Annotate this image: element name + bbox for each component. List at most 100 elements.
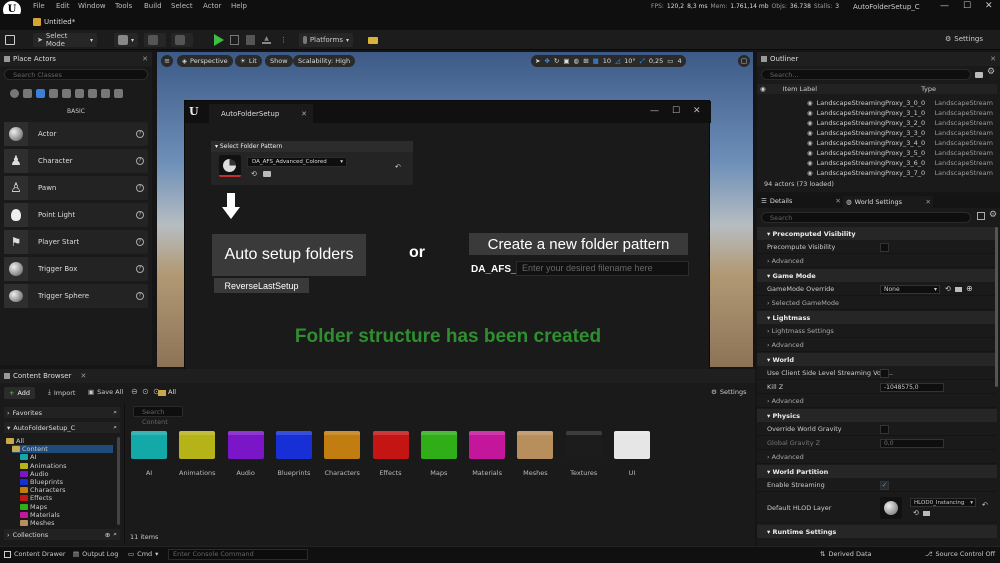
- close-panel-icon[interactable]: ✕: [142, 55, 148, 63]
- menu-build[interactable]: Build: [144, 2, 162, 10]
- section-game-mode[interactable]: ▾ Game Mode: [757, 269, 997, 282]
- tree-item[interactable]: Meshes: [20, 519, 55, 527]
- tree-scrollbar[interactable]: [117, 437, 120, 525]
- settings-gear-icon[interactable]: ⚙: [989, 210, 997, 220]
- world-space-icon[interactable]: ◍: [574, 57, 580, 65]
- browse-asset-icon[interactable]: [923, 511, 930, 516]
- actor-item-trigger-box[interactable]: Trigger Box?: [4, 257, 148, 281]
- outliner-row[interactable]: ◉ LandscapeStreamingProxy_3_1_0 LandscapeS…: [761, 108, 993, 118]
- actor-item-trigger-sphere[interactable]: Trigger Sphere?: [4, 284, 148, 308]
- play-options-icon[interactable]: ⋮: [280, 36, 287, 44]
- grid-snap-icon[interactable]: ▦: [593, 57, 599, 65]
- perspective-button[interactable]: ◈ Perspective: [177, 55, 233, 67]
- content-settings-button[interactable]: ⚙ Settings: [711, 388, 747, 396]
- actor-item-pawn[interactable]: ♙ Pawn?: [4, 176, 148, 200]
- reset-arrow-icon[interactable]: ↶: [395, 163, 401, 171]
- section-world-partition[interactable]: ▾ World Partition: [757, 465, 997, 478]
- gamemode-dropdown[interactable]: None ▾: [880, 285, 940, 294]
- use-selected-icon[interactable]: ⟲: [251, 170, 257, 178]
- level-tab[interactable]: Untitled*: [33, 16, 75, 28]
- actor-item-player-start[interactable]: ⚑ Player Start?: [4, 230, 148, 254]
- menu-file[interactable]: File: [33, 2, 45, 10]
- browse-asset-icon[interactable]: [955, 287, 962, 292]
- maximize-icon[interactable]: ☐: [672, 106, 680, 116]
- actor-item-actor[interactable]: Actor?: [4, 122, 148, 146]
- console-input[interactable]: Enter Console Command: [168, 549, 308, 560]
- client-streaming-checkbox[interactable]: [880, 368, 889, 378]
- tree-item[interactable]: Animations: [20, 462, 67, 470]
- folder-icon[interactable]: [420, 431, 457, 459]
- section-precomputed-visibility[interactable]: ▾ Precomputed Visibility: [757, 227, 997, 240]
- browse-asset-icon[interactable]: [263, 171, 271, 177]
- step-icon[interactable]: [230, 35, 239, 45]
- settings-gear-icon[interactable]: ⚙: [987, 67, 995, 77]
- advanced-toggle[interactable]: › Advanced: [757, 395, 997, 408]
- breadcrumb-all[interactable]: All: [168, 388, 176, 396]
- favorites-header[interactable]: › Favorites ⌕: [4, 407, 120, 418]
- actor-item-point-light[interactable]: Point Light?: [4, 203, 148, 227]
- project-header[interactable]: ▾ AutoFolderSetup_C ⌕: [4, 422, 120, 433]
- content-search-input[interactable]: Search Content: [133, 406, 183, 426]
- import-button[interactable]: ⤓ Import: [48, 388, 75, 397]
- scale-snap-value[interactable]: 0,25: [649, 57, 663, 65]
- help-icon[interactable]: ?: [136, 292, 144, 300]
- recent-icon[interactable]: [10, 89, 19, 98]
- folder-icon[interactable]: [324, 431, 361, 459]
- column-item-label[interactable]: Item Label: [783, 85, 817, 93]
- hlod-thumbnail[interactable]: [880, 497, 902, 519]
- actor-visibility-icon[interactable]: ◉: [807, 149, 813, 157]
- basic-icon[interactable]: [23, 89, 32, 98]
- help-icon[interactable]: ?: [136, 211, 144, 219]
- stop-icon[interactable]: [246, 35, 255, 45]
- use-selected-icon[interactable]: ⟲: [945, 285, 951, 293]
- camera-speed-value[interactable]: 4: [677, 57, 681, 65]
- tree-item[interactable]: Content: [12, 445, 113, 454]
- tree-item[interactable]: Audio: [20, 470, 48, 478]
- actor-visibility-icon[interactable]: ◉: [807, 159, 813, 167]
- camera-speed-icon[interactable]: ▭: [667, 57, 673, 65]
- visual-effects-icon[interactable]: [75, 89, 84, 98]
- actor-visibility-icon[interactable]: ◉: [807, 169, 813, 177]
- minimize-icon[interactable]: —: [650, 106, 659, 116]
- folder-icon[interactable]: [469, 431, 506, 459]
- tab-world-settings[interactable]: ◍ World Settings ✕: [843, 196, 933, 208]
- history-icon[interactable]: ⊖: [131, 387, 138, 396]
- details-search-input[interactable]: Search: [761, 212, 971, 223]
- folder-icon[interactable]: [614, 431, 650, 459]
- search-classes-input[interactable]: Search Classes: [4, 69, 148, 80]
- lit-button[interactable]: ☀ Lit: [235, 55, 262, 67]
- help-icon[interactable]: ?: [136, 130, 144, 138]
- all-classes-icon[interactable]: [114, 89, 123, 98]
- select-mode-button[interactable]: ➤ Select Mode ▾: [33, 32, 97, 48]
- hlod-dropdown[interactable]: HLOD0_Instancing ▾: [910, 498, 976, 507]
- section-lightmass[interactable]: ▾ Lightmass: [757, 311, 997, 324]
- outliner-row[interactable]: ◉ LandscapeStreamingProxy_3_0_0 LandscapeS…: [761, 98, 993, 108]
- section-world[interactable]: ▾ World: [757, 353, 997, 366]
- kill-z-input[interactable]: -1048575,0: [880, 383, 944, 392]
- surface-snap-icon[interactable]: ⊞: [583, 57, 588, 65]
- tree-item[interactable]: Materials: [20, 511, 60, 519]
- toolbar-settings-button[interactable]: ⚙ Settings: [945, 35, 983, 43]
- help-icon[interactable]: ?: [136, 265, 144, 273]
- folder-icon[interactable]: [131, 431, 167, 459]
- reset-arrow-icon[interactable]: ↶: [982, 501, 988, 509]
- eject-icon[interactable]: ▲: [262, 36, 271, 44]
- rotate-tool-icon[interactable]: ↻: [554, 57, 559, 65]
- actor-item-character[interactable]: ♟ Character?: [4, 149, 148, 173]
- sequence-button[interactable]: [171, 33, 193, 47]
- help-icon[interactable]: ?: [136, 184, 144, 192]
- folder-icon[interactable]: [227, 431, 264, 459]
- menu-actor[interactable]: Actor: [203, 2, 221, 10]
- derived-data-button[interactable]: ⇅ Derived Data: [820, 550, 872, 558]
- platforms-button[interactable]: Platforms ▾: [299, 33, 353, 47]
- source-control-button[interactable]: ⎇ Source Control Off: [925, 550, 995, 558]
- actor-visibility-icon[interactable]: ◉: [807, 119, 813, 127]
- scalability-button[interactable]: Scalability: High: [293, 55, 356, 67]
- visibility-icon[interactable]: ◉: [760, 85, 766, 93]
- search-icon[interactable]: ⌕: [113, 423, 117, 432]
- tree-item[interactable]: All: [6, 437, 24, 445]
- close-panel-icon[interactable]: ✕: [80, 372, 86, 380]
- close-panel-icon[interactable]: ✕: [990, 55, 996, 63]
- use-selected-icon[interactable]: ⟲: [913, 509, 919, 517]
- outliner-row[interactable]: ◉ LandscapeStreamingProxy_3_4_0 LandscapeS…: [761, 138, 993, 148]
